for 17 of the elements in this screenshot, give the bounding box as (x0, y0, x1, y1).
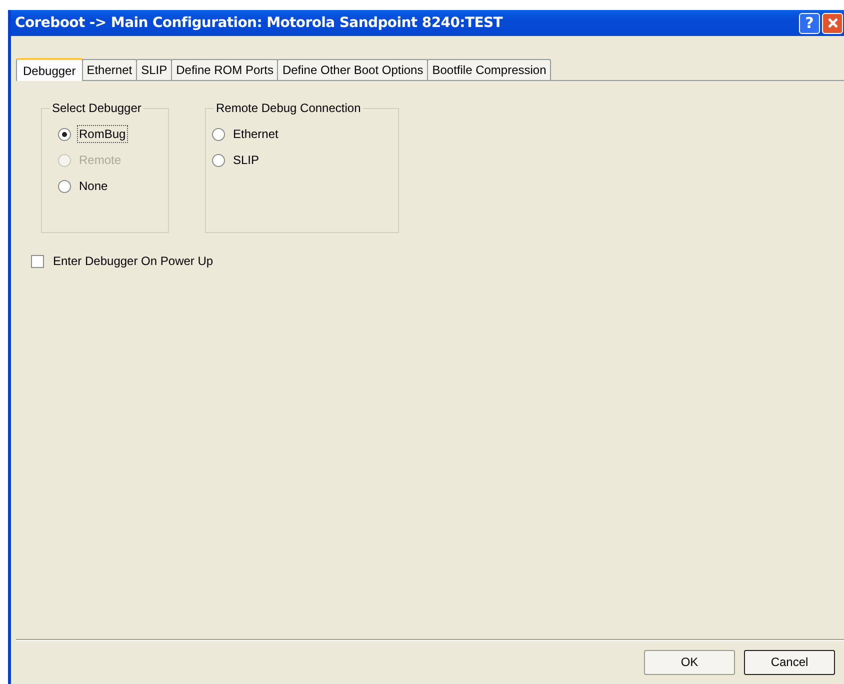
group-title: Remote Debug Connection (215, 101, 362, 115)
tab[interactable]: Ethernet (82, 59, 138, 80)
dialog-button[interactable]: OK (644, 650, 735, 674)
checkbox-label[interactable]: Enter Debugger On Power Up (53, 254, 214, 268)
radio-label[interactable]: Ethernet (231, 125, 280, 143)
tab[interactable]: SLIP (136, 59, 172, 80)
tab[interactable]: Bootfile Compression (427, 59, 552, 80)
dialog-button[interactable]: Cancel (744, 650, 835, 674)
tab[interactable]: Debugger (16, 58, 83, 81)
radio-label[interactable]: SLIP (231, 151, 262, 169)
tab[interactable]: Define Other Boot Options (277, 59, 428, 80)
radio-label[interactable]: None (77, 177, 110, 195)
tab[interactable]: Define ROM Ports (171, 59, 278, 80)
help-button[interactable]: ? (799, 12, 820, 34)
group-title: Select Debugger (51, 101, 142, 115)
window-title: Coreboot -> Main Configuration: Motorola Sandpoint 8240:TEST (15, 15, 502, 31)
radio-label[interactable]: RomBug (77, 125, 128, 143)
